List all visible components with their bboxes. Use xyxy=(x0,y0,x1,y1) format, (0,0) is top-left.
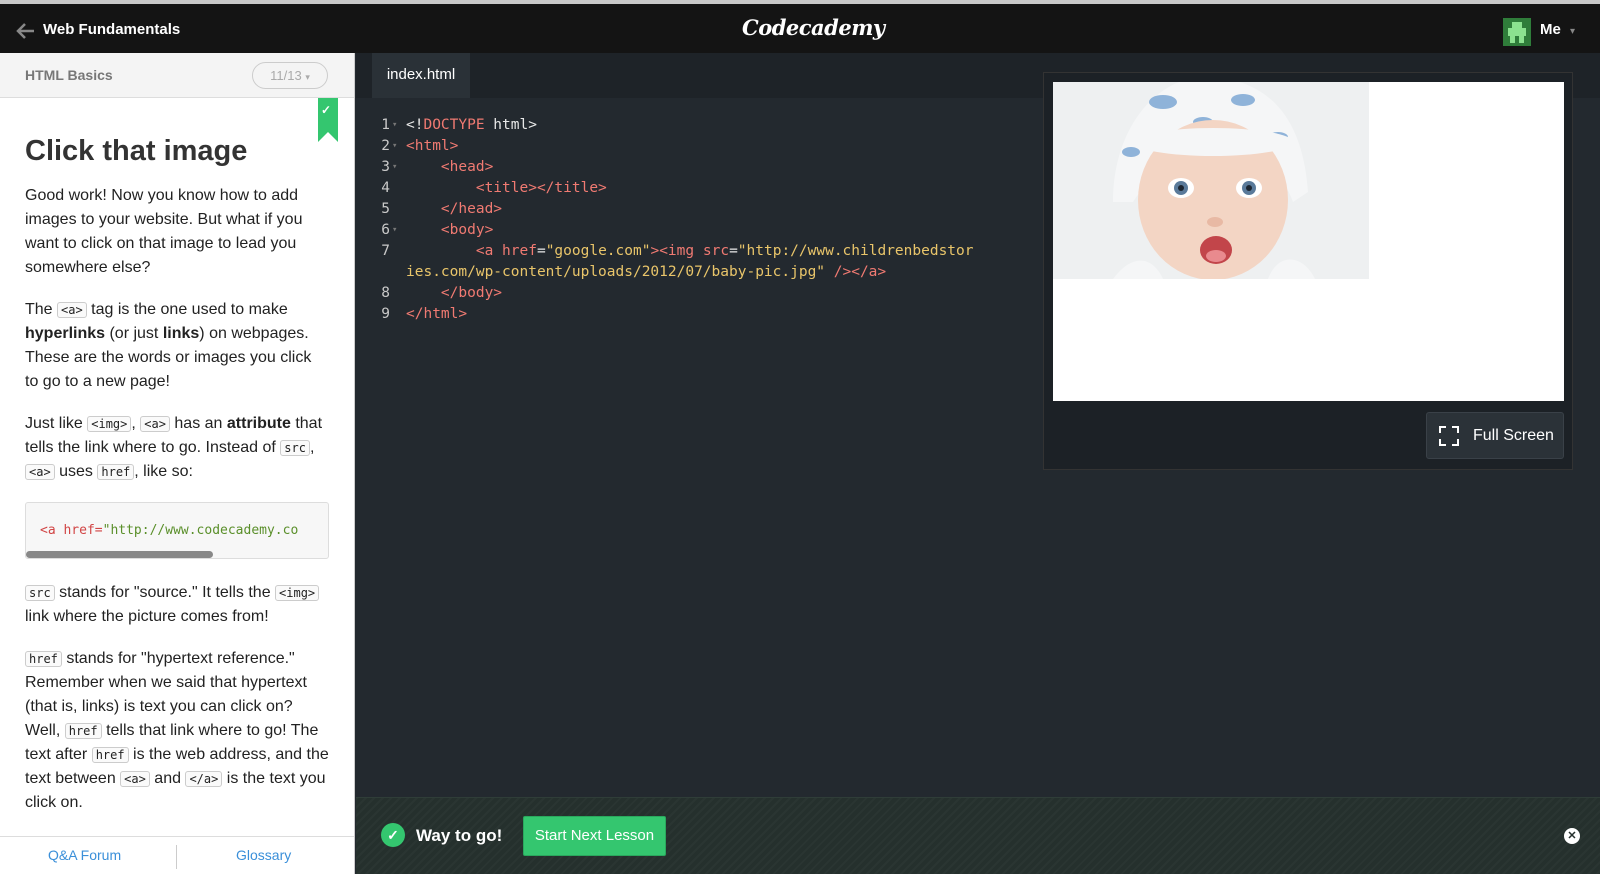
avatar[interactable] xyxy=(1503,18,1531,46)
fold-arrow-icon: ▾ xyxy=(392,225,398,235)
fold-arrow-icon: ▾ xyxy=(392,120,398,130)
close-icon[interactable]: ✕ xyxy=(1564,828,1580,844)
full-screen-button[interactable]: Full Screen xyxy=(1426,412,1564,459)
qa-forum-link[interactable]: Q&A Forum xyxy=(48,847,121,863)
baby-photo[interactable] xyxy=(1053,82,1369,279)
check-circle-icon: ✓ xyxy=(381,823,405,847)
success-message: Way to go! xyxy=(416,826,503,845)
completed-bookmark-icon: ✓ xyxy=(318,98,338,142)
start-next-lesson-button[interactable]: Start Next Lesson xyxy=(523,816,666,856)
glossary-link[interactable]: Glossary xyxy=(236,847,291,863)
code-example[interactable]: <a href="http://www.codecademy.co xyxy=(25,502,329,559)
fullscreen-icon xyxy=(1439,426,1459,446)
exercise-title: Click that image xyxy=(25,135,248,167)
lesson-content: Click that image Good work! Now you know… xyxy=(0,98,354,815)
instruction-paragraph: Good work! Now you know how to add image… xyxy=(25,187,303,276)
lesson-panel: HTML Basics 11/13 ▾ ✓ Click that image G… xyxy=(0,53,355,874)
horizontal-scrollbar[interactable] xyxy=(26,551,213,558)
course-title[interactable]: Web Fundamentals xyxy=(43,21,180,38)
instruction-paragraph: src stands for "source." It tells the <i… xyxy=(25,581,329,629)
codecademy-logo[interactable]: Codecademy xyxy=(742,15,885,40)
top-bar: Web Fundamentals Codecademy Me ▾ xyxy=(0,0,1600,53)
success-bar: ✓ Way to go! Start Next Lesson ✕ xyxy=(356,797,1600,874)
user-menu[interactable]: Me xyxy=(1540,21,1561,38)
fold-arrow-icon: ▾ xyxy=(392,162,398,172)
code-editor: index.html 1 ▾ <!DOCTYPE html> 2 ▾ <html> 3 ▾… xyxy=(356,53,1600,797)
full-screen-label: Full Screen xyxy=(1473,427,1554,444)
divider xyxy=(176,845,177,869)
instruction-paragraph: href stands for "hypertext reference." R… xyxy=(25,650,329,811)
preview-pane: Full Screen xyxy=(1043,72,1573,470)
tab-index-html[interactable]: index.html xyxy=(372,53,470,98)
lesson-footer: Q&A Forum Glossary xyxy=(0,836,354,874)
chevron-down-icon[interactable]: ▾ xyxy=(1570,26,1575,37)
lesson-header: HTML Basics 11/13 ▾ xyxy=(0,53,354,98)
section-title: HTML Basics xyxy=(25,67,113,83)
progress-label: 11/13 xyxy=(270,68,302,83)
instruction-paragraph: Just like <img>, <a> has an attribute th… xyxy=(25,415,323,480)
fold-arrow-icon: ▾ xyxy=(392,141,398,151)
instruction-paragraph: The <a> tag is the one used to make hype… xyxy=(25,301,312,390)
progress-dropdown[interactable]: 11/13 ▾ xyxy=(252,62,328,89)
arrow-left-icon[interactable] xyxy=(14,19,38,43)
